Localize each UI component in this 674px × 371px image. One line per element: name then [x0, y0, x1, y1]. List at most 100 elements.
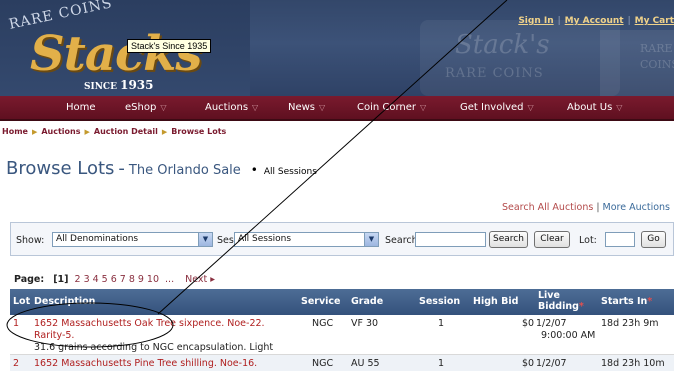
- nav-label: Coin Corner: [357, 102, 417, 113]
- next-page-link[interactable]: Next ▸: [185, 274, 215, 285]
- search-all-auctions-link[interactable]: Search All Auctions: [502, 202, 593, 213]
- col-live-bidding-label: Live Bidding: [538, 290, 579, 312]
- search-button[interactable]: Search: [489, 231, 528, 248]
- page-link[interactable]: 8: [129, 274, 135, 285]
- col-grade[interactable]: Grade: [351, 296, 383, 307]
- header-bg-text: Stack's: [455, 30, 550, 60]
- session-select[interactable]: All Sessions ▼: [234, 232, 379, 247]
- breadcrumb-home[interactable]: Home: [2, 127, 28, 136]
- live-bidding-date: 1/2/07: [536, 358, 567, 369]
- breadcrumb: Home ▶ Auctions ▶ Auction Detail ▶ Browse Lots: [2, 127, 226, 136]
- lot-number[interactable]: 1: [13, 318, 19, 329]
- lot-input[interactable]: [605, 232, 635, 247]
- table-row: 2 1652 Massachusetts Pine Tree shilling.…: [10, 355, 674, 371]
- breadcrumb-auction-detail[interactable]: Auction Detail: [94, 127, 158, 136]
- session-value: All Sessions: [238, 234, 292, 244]
- lot-description-text: 31.6 grains according to NGC encapsulati…: [34, 342, 274, 353]
- my-account-link[interactable]: My Account: [565, 16, 624, 26]
- page-link[interactable]: 3: [84, 274, 90, 285]
- breadcrumb-arrow-icon: ▶: [161, 128, 168, 136]
- chevron-down-icon: ▽: [319, 103, 326, 112]
- lot-number[interactable]: 2: [13, 358, 19, 369]
- nav-label: News: [288, 102, 316, 113]
- starts-in: 18d 23h 10m: [601, 358, 665, 369]
- session: 1: [438, 358, 445, 369]
- page-link[interactable]: 5: [102, 274, 108, 285]
- clear-button[interactable]: Clear: [534, 231, 570, 248]
- logo-since: SINCE 1935: [84, 78, 154, 92]
- pagination: Page: [1] 2 3 4 5 6 7 8 9 10 ... Next ▸: [14, 274, 215, 285]
- denomination-value: All Denominations: [56, 234, 139, 244]
- page-link[interactable]: 9: [138, 274, 144, 285]
- filter-bar: Show: All Denominations ▼ Session: All S…: [10, 222, 674, 256]
- nav-label: eShop: [125, 102, 157, 113]
- page-link[interactable]: 6: [111, 274, 117, 285]
- nav-label: About Us: [567, 102, 613, 113]
- grade: VF 30: [351, 318, 379, 329]
- page-link[interactable]: 7: [120, 274, 126, 285]
- page-ellipsis[interactable]: ...: [165, 274, 174, 285]
- lot-description-link[interactable]: Rarity-5.: [34, 330, 74, 341]
- service: NGC: [312, 358, 334, 369]
- title-dash: -: [118, 158, 125, 179]
- go-button[interactable]: Go: [641, 231, 666, 248]
- logo-since-label: SINCE: [84, 82, 117, 92]
- chevron-down-icon: ▽: [160, 103, 167, 112]
- main-nav: Home eShop ▽ Auctions ▽ News ▽ Coin Corner ▽…: [0, 96, 674, 121]
- col-high-bid[interactable]: High Bid: [473, 296, 518, 307]
- nav-label: Get Involved: [460, 102, 524, 113]
- dropdown-arrow-icon: ▼: [198, 233, 212, 246]
- session-name: All Sessions: [263, 167, 317, 177]
- account-links: Sign In | My Account | My Cart: [518, 16, 674, 26]
- lot-description-link[interactable]: 1652 Massachusetts Oak Tree sixpence. No…: [34, 318, 265, 329]
- show-label: Show:: [16, 235, 45, 246]
- breadcrumb-current: Browse Lots: [171, 127, 227, 136]
- logo-year: 1935: [120, 78, 154, 92]
- live-bidding-date: 1/2/07: [536, 318, 567, 329]
- page-link[interactable]: 10: [147, 274, 159, 285]
- chevron-down-icon: ▽: [616, 103, 623, 112]
- page-title-main: Browse Lots: [6, 158, 115, 179]
- chevron-down-icon: ▽: [420, 103, 427, 112]
- search-input[interactable]: [415, 232, 486, 247]
- nav-item-coin-corner[interactable]: Coin Corner ▽: [357, 102, 426, 113]
- page-link[interactable]: 4: [93, 274, 99, 285]
- col-service[interactable]: Service: [301, 296, 341, 307]
- breadcrumb-auctions[interactable]: Auctions: [41, 127, 80, 136]
- header-bg-text: RARE: [640, 42, 673, 55]
- service: NGC: [312, 318, 334, 329]
- my-cart-link[interactable]: My Cart: [635, 16, 674, 26]
- lots-table-header: Lot Description Service Grade Session Hi…: [10, 289, 674, 315]
- link-separator: |: [557, 16, 561, 26]
- logo-wordmark: Stacks: [30, 26, 202, 82]
- header-bg-text: RARE COINS: [445, 66, 544, 81]
- logo-tooltip: Stack's Since 1935: [127, 39, 212, 53]
- col-lot[interactable]: Lot: [13, 296, 30, 307]
- nav-item-about-us[interactable]: About Us ▽: [567, 102, 622, 113]
- col-description[interactable]: Description: [34, 296, 95, 307]
- nav-item-news[interactable]: News ▽: [288, 102, 325, 113]
- lot-description-link[interactable]: 1652 Massachusetts Pine Tree shilling. N…: [34, 358, 257, 369]
- more-auctions-link[interactable]: More Auctions: [603, 202, 670, 213]
- nav-item-home[interactable]: Home: [66, 102, 96, 113]
- nav-item-eshop[interactable]: eShop ▽: [125, 102, 166, 113]
- grade: AU 55: [351, 358, 380, 369]
- high-bid: $0: [522, 358, 535, 369]
- denomination-select[interactable]: All Denominations ▼: [52, 232, 213, 247]
- live-bidding-time: 9:00:00 AM: [541, 330, 596, 341]
- col-live-bidding[interactable]: Live Bidding*: [538, 290, 598, 312]
- required-asterisk: *: [578, 301, 584, 312]
- dropdown-arrow-icon: ▼: [364, 233, 378, 246]
- session: 1: [438, 318, 445, 329]
- nav-item-auctions[interactable]: Auctions ▽: [205, 102, 258, 113]
- sign-in-link[interactable]: Sign In: [518, 16, 553, 26]
- page-title: Browse Lots - The Orlando Sale • All Session…: [6, 158, 317, 179]
- header-bg-text: COINS: [640, 58, 674, 71]
- col-starts-in-label: Starts In: [601, 296, 648, 307]
- col-session[interactable]: Session: [419, 296, 460, 307]
- page-link[interactable]: 2: [75, 274, 81, 285]
- table-row: 1 1652 Massachusetts Oak Tree sixpence. …: [10, 315, 674, 355]
- required-asterisk: *: [647, 296, 653, 307]
- col-starts-in[interactable]: Starts In*: [601, 296, 652, 307]
- nav-item-get-involved[interactable]: Get Involved ▽: [460, 102, 534, 113]
